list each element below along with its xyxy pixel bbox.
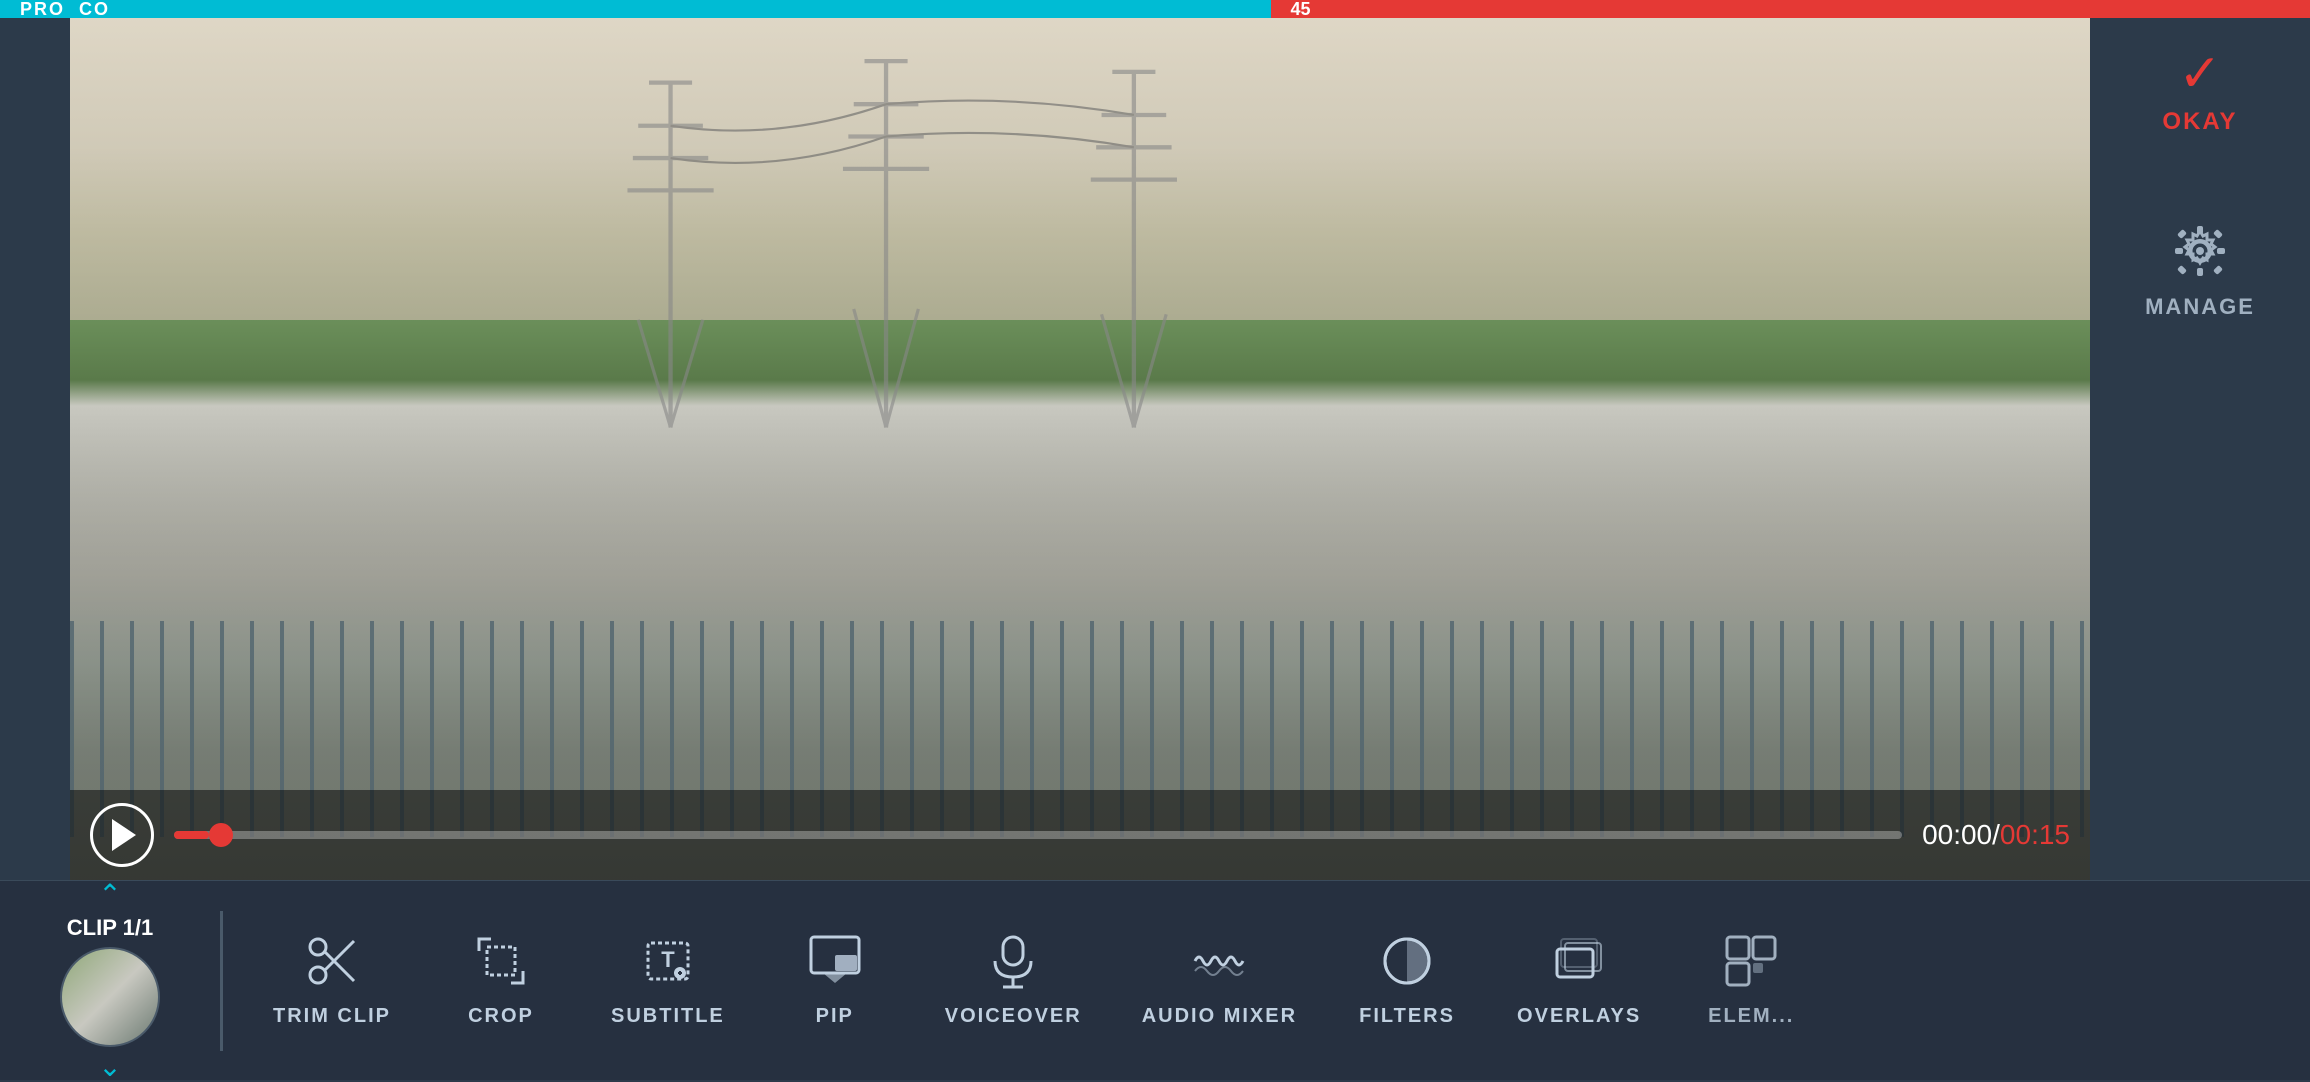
top-progress-bar: PRO CO 45 [0, 0, 2310, 18]
tool-filters[interactable]: FILTERS [1327, 933, 1487, 1028]
toolbar-divider [220, 911, 223, 1051]
clip-thumbnail[interactable] [60, 947, 160, 1047]
tool-pip[interactable]: PIP [755, 933, 915, 1028]
overlays-icon [1551, 933, 1607, 989]
chevron-up-icon[interactable]: ⌃ [98, 881, 121, 909]
svg-text:T: T [661, 947, 675, 972]
progress-dot[interactable] [209, 823, 233, 847]
video-scene [70, 18, 2090, 880]
gear-icon [2165, 216, 2235, 286]
audio-mixer-label: AUDIO MIXER [1142, 1005, 1297, 1028]
tool-overlays[interactable]: OVERLAYS [1487, 933, 1671, 1028]
okay-label: OKAY [2162, 108, 2237, 136]
crop-label: CROP [468, 1005, 534, 1028]
elements-label: ELEM... [1708, 1005, 1794, 1028]
video-controls: 00:00/00:15 [70, 790, 2090, 880]
manage-label: MANAGE [2145, 294, 2255, 320]
progress-fill [174, 831, 209, 839]
tool-trim-clip[interactable]: TRIM CLIP [243, 933, 421, 1028]
video-container: 00:00/00:15 [70, 18, 2090, 880]
tool-audio-mixer[interactable]: AUDIO MIXER [1112, 933, 1327, 1028]
clip-label: CLIP 1/1 [67, 915, 153, 941]
check-icon: ✓ [2178, 48, 2222, 100]
video-frame: 00:00/00:15 [70, 18, 2090, 880]
tool-voiceover[interactable]: VOICEOVER [915, 933, 1112, 1028]
chevron-down-icon[interactable]: ⌄ [98, 1053, 121, 1081]
left-panel [0, 18, 70, 880]
play-button[interactable] [90, 803, 154, 867]
tool-crop[interactable]: CROP [421, 933, 581, 1028]
filters-label: FILTERS [1359, 1005, 1455, 1028]
audio-mixer-icon [1191, 933, 1247, 989]
tool-elements[interactable]: ELEM... [1671, 933, 1831, 1028]
time-current: 00:00 [1922, 819, 1992, 850]
red-progress-section: 45 [1271, 0, 2310, 18]
main-content: 00:00/00:15 ✓ OKAY [0, 18, 2310, 880]
counter-label: 45 [1291, 0, 1311, 20]
overlays-label: OVERLAYS [1517, 1005, 1641, 1028]
teal-progress-section: PRO CO [0, 0, 1271, 18]
tools-container: TRIM CLIP CROP T [243, 933, 2310, 1028]
subtitle-icon: T [640, 933, 696, 989]
pip-icon [807, 933, 863, 989]
bottom-toolbar: ⌃ CLIP 1/1 ⌄ TRIM CLIP [0, 880, 2310, 1080]
clip-info: ⌃ CLIP 1/1 ⌄ [20, 881, 200, 1081]
microphone-icon [985, 933, 1041, 989]
time-total: 00:15 [2000, 819, 2070, 850]
tool-subtitle[interactable]: T SUBTITLE [581, 933, 755, 1028]
progress-bar[interactable] [174, 831, 1902, 839]
voiceover-label: VOICEOVER [945, 1005, 1082, 1028]
okay-button[interactable]: ✓ OKAY [2162, 48, 2237, 136]
pip-label: PIP [816, 1005, 854, 1028]
right-panel: ✓ OKAY MANAGE [2090, 18, 2310, 880]
pro-label: PRO CO [20, 0, 110, 20]
elements-icon [1723, 933, 1779, 989]
power-lines-svg [373, 18, 1787, 449]
scissors-icon [304, 933, 360, 989]
manage-button[interactable]: MANAGE [2145, 216, 2255, 320]
filters-icon [1379, 933, 1435, 989]
trim-clip-label: TRIM CLIP [273, 1005, 391, 1028]
play-icon [112, 819, 136, 851]
time-separator: / [1992, 819, 2000, 850]
crop-icon [473, 933, 529, 989]
time-display: 00:00/00:15 [1922, 819, 2070, 851]
subtitle-label: SUBTITLE [611, 1005, 725, 1028]
